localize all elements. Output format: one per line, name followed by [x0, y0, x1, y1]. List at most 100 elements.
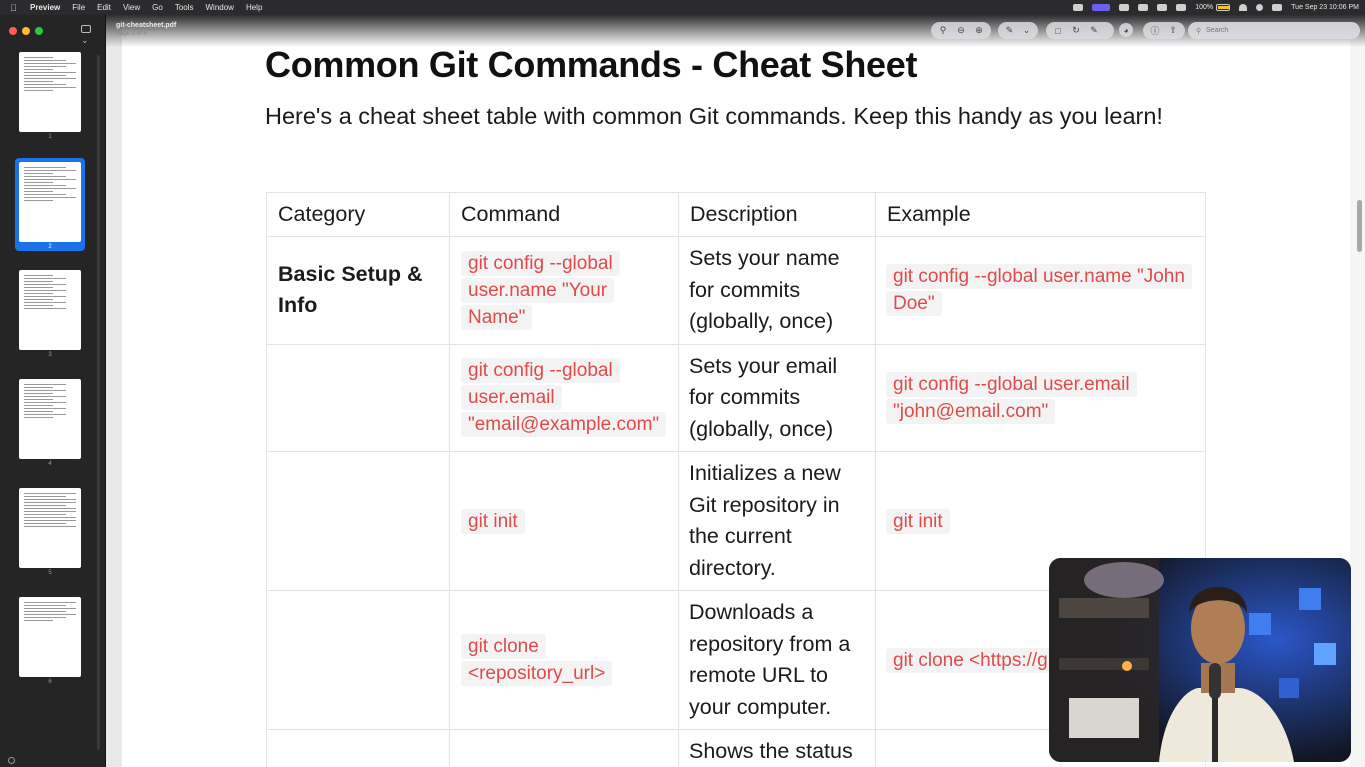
description-cell: Sets your name for commits (globally, on… [678, 236, 876, 345]
close-window-button[interactable] [9, 27, 17, 35]
recording-icon[interactable] [1092, 4, 1111, 11]
table-header-row: Category Command Description Example [266, 192, 1206, 237]
play-icon[interactable] [1157, 4, 1168, 11]
status-area: 100% Tue Sep 23 10:06 PM [1073, 0, 1359, 15]
page-title: Common Git Commands - Cheat Sheet [265, 44, 918, 85]
command-cell: git config --global user.name "Your Name… [449, 236, 679, 345]
thumbnail-page-number: 5 [48, 570, 52, 576]
apple-menu-icon[interactable]:  [10, 3, 20, 13]
command-code: git config --global user.email "email@ex… [461, 358, 667, 438]
menu-app-name[interactable]: Preview [30, 3, 60, 12]
spotlight-icon[interactable] [1256, 4, 1264, 11]
control-center-icon[interactable] [1272, 4, 1283, 11]
menu-view[interactable]: View [123, 3, 140, 12]
chevron-down-icon[interactable]: ⌄ [1020, 24, 1033, 38]
thumbnail-page-number: 4 [48, 461, 52, 467]
page-thumbnail-6[interactable] [19, 597, 81, 677]
header-command: Command [449, 192, 679, 237]
info-icon[interactable]: ⓘ [1148, 24, 1162, 38]
command-cell: git clone <repository_url> [449, 590, 679, 730]
battery-icon [1216, 4, 1231, 11]
menu-file[interactable]: File [72, 3, 85, 12]
description-cell: Sets your email for commits (globally, o… [678, 343, 876, 452]
battery-indicator[interactable]: 100% [1195, 4, 1231, 11]
example-code: git config --global user.email "john@ema… [886, 371, 1137, 424]
table-row: Basic Setup & Info git config --global u… [266, 236, 1206, 345]
page-thumbnail-2[interactable] [19, 162, 81, 242]
menu-bar:  Preview File Edit View Go Tools Window… [0, 0, 1365, 15]
intro-paragraph: Here's a cheat sheet table with common G… [265, 103, 1163, 129]
page-thumbnail-5[interactable] [19, 488, 81, 568]
page-gutter-right [1350, 15, 1365, 767]
window-controls [9, 27, 43, 35]
zoom-fit-icon[interactable]: ⚲ [936, 24, 950, 38]
description-cell: Downloads a repository from a remote URL… [678, 590, 876, 730]
page-thumbnail-4[interactable] [19, 379, 81, 459]
category-cell [266, 729, 450, 767]
page-thumbnail-1[interactable] [19, 52, 81, 132]
command-code: git init [461, 508, 525, 534]
command-code: git clone <repository_url> [461, 634, 613, 686]
command-code: git config --global user.name "Your Name… [461, 250, 620, 330]
thumbnail-page-number: 1 [48, 134, 52, 140]
menu-tools[interactable]: Tools [175, 3, 194, 12]
edit-controls: □ ↻ ✎ [1046, 22, 1114, 39]
preview-window: ⌄ 1 2 3 4 5 6 Common Git Commands - Chea… [0, 15, 1365, 767]
example-cell: git config --global user.name "John Doe" [875, 236, 1206, 345]
thumbnail-page-number: 6 [48, 679, 52, 685]
zoom-window-button[interactable] [35, 27, 43, 35]
sign-icon[interactable]: ✎ [1087, 24, 1101, 38]
category-cell [266, 343, 450, 452]
thumbnail-page-number: 2 [48, 244, 52, 250]
textbox-icon[interactable]: □ [1051, 24, 1065, 38]
sidebar-toggle-icon[interactable]: ⌄ [81, 25, 99, 45]
search-placeholder: Search [1206, 27, 1229, 34]
header-category: Category [266, 192, 450, 237]
thumbnail-sidebar: ⌄ 1 2 3 4 5 6 [0, 15, 106, 767]
menu-edit[interactable]: Edit [97, 3, 111, 12]
description-cell: Shows the status [678, 729, 876, 767]
example-code: git config --global user.name "John Doe" [886, 264, 1192, 317]
header-example: Example [875, 192, 1206, 237]
display-icon[interactable] [1138, 4, 1149, 11]
command-cell: git init [449, 451, 679, 591]
screen-share-icon[interactable] [1073, 4, 1084, 11]
cloud-icon[interactable] [1119, 4, 1130, 11]
category-cell [266, 590, 450, 730]
info-share-controls: ⓘ ⇧ [1143, 22, 1185, 39]
command-cell: git config --global user.email "email@ex… [449, 343, 679, 452]
pen-icon[interactable]: ✎ [1003, 24, 1016, 38]
zoom-in-icon[interactable]: ⊕ [972, 24, 986, 38]
wifi-icon[interactable] [1239, 4, 1248, 11]
example-code: git init [886, 508, 950, 534]
sidebar-scrollbar[interactable] [97, 55, 100, 750]
thumbnail-page-number: 3 [48, 352, 52, 358]
zoom-controls: ⚲ ⊖ ⊕ [931, 22, 991, 39]
webcam-overlay [1049, 558, 1351, 762]
document-scrollbar-thumb[interactable] [1357, 200, 1362, 252]
menu-go[interactable]: Go [152, 3, 163, 12]
menu-help[interactable]: Help [246, 3, 262, 12]
search-field[interactable]: ⚲ Search [1188, 22, 1360, 39]
markup-toolbar-icon[interactable]: ◕ [1119, 23, 1133, 37]
share-icon[interactable]: ⇧ [1166, 24, 1180, 38]
markup-controls: ✎ ⌄ [998, 22, 1038, 39]
page-gutter-left [106, 15, 122, 767]
sidebar-settings-icon[interactable] [8, 757, 15, 764]
category-cell [266, 451, 450, 591]
battery-percent: 100% [1195, 4, 1214, 11]
table-row: git config --global user.email "email@ex… [266, 343, 1206, 452]
rotate-icon[interactable]: ↻ [1069, 24, 1083, 38]
minimize-window-button[interactable] [22, 27, 30, 35]
zoom-out-icon[interactable]: ⊖ [954, 24, 968, 38]
document-subtitle: Page 2 of 6 [116, 31, 147, 37]
menu-window[interactable]: Window [206, 3, 234, 12]
header-description: Description [678, 192, 876, 237]
document-title: git-cheatsheet.pdf [116, 22, 177, 29]
description-cell: Initializes a new Git repository in the … [678, 451, 876, 591]
page-thumbnail-3[interactable] [19, 270, 81, 350]
search-icon: ⚲ [1196, 27, 1202, 35]
menubar-clock[interactable]: Tue Sep 23 10:06 PM [1291, 4, 1359, 11]
example-cell: git config --global user.email "john@ema… [875, 343, 1206, 452]
window-icon[interactable] [1176, 4, 1187, 11]
